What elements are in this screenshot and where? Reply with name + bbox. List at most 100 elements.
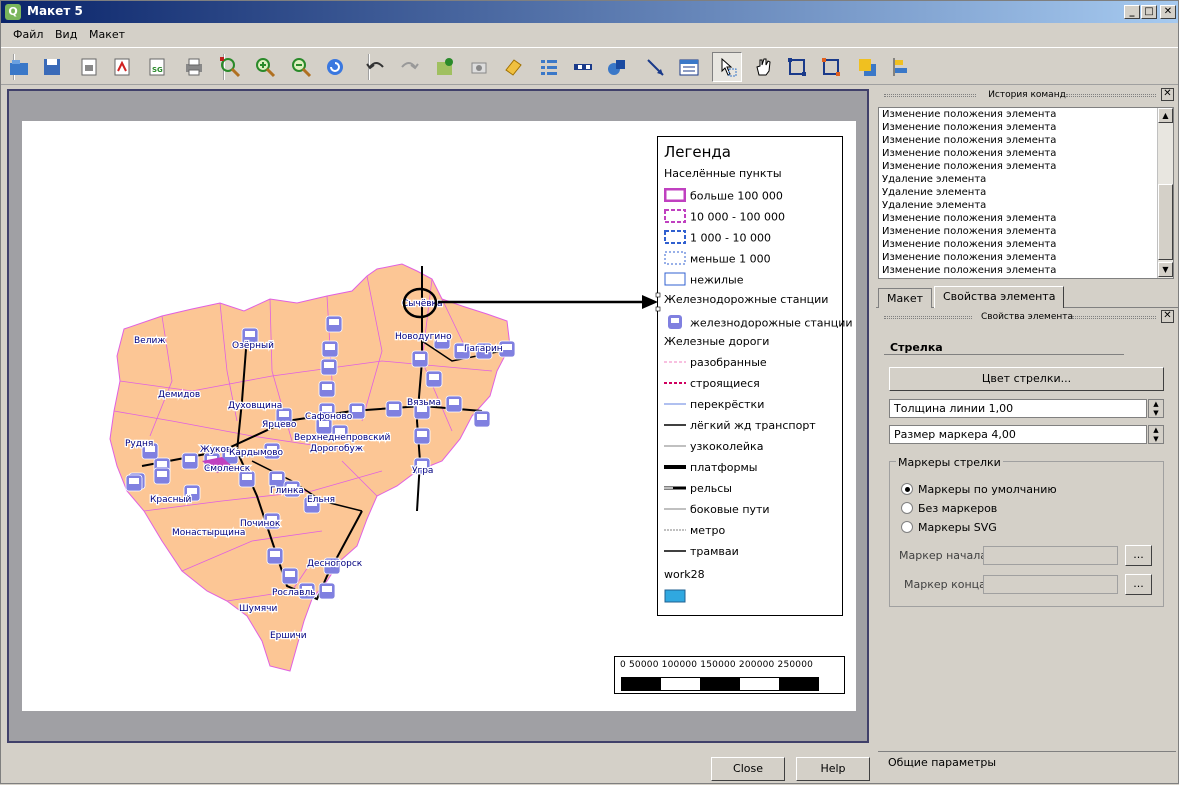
legend-symbol xyxy=(664,378,686,391)
history-item[interactable]: Изменение положения элемента xyxy=(879,121,1173,134)
maximize-button[interactable]: □ xyxy=(1141,5,1157,19)
history-item[interactable]: Изменение положения элемента xyxy=(879,212,1173,225)
add-scalebar-button[interactable] xyxy=(568,52,598,82)
add-label-button[interactable] xyxy=(498,52,528,82)
radio-default-markers[interactable] xyxy=(901,483,913,495)
minimize-button[interactable]: _ xyxy=(1124,5,1140,19)
zoom-in-button[interactable] xyxy=(250,52,280,82)
window-title: Макет 5 xyxy=(27,4,83,18)
scroll-down-icon[interactable]: ▼ xyxy=(1158,262,1173,277)
footer-section[interactable]: Общие параметры xyxy=(876,751,1178,785)
legend-symbol xyxy=(663,187,687,205)
add-map-button[interactable] xyxy=(430,52,460,82)
save-button[interactable] xyxy=(37,52,67,82)
history-item[interactable]: Изменение положения элемента xyxy=(879,238,1173,251)
marker-size-spinner[interactable]: ▲ ▼ xyxy=(1148,425,1164,444)
station-window xyxy=(242,474,252,480)
ungroup-button[interactable] xyxy=(816,52,846,82)
add-arrow-button[interactable] xyxy=(640,52,670,82)
history-item[interactable]: Изменение положения элемента xyxy=(879,251,1173,264)
zoom-out-button[interactable] xyxy=(286,52,316,82)
undo-button[interactable] xyxy=(361,52,391,82)
start-marker-field[interactable] xyxy=(983,546,1118,565)
scalebar-item[interactable]: 0 50000 100000 150000 200000 250000 xyxy=(614,656,845,694)
city-label: Кардымово xyxy=(229,448,284,458)
legend-symbol xyxy=(664,399,686,412)
refresh-icon xyxy=(327,59,343,75)
city-label: Красный xyxy=(150,495,192,505)
history-scrollbar[interactable]: ▲ ▼ xyxy=(1157,108,1173,278)
legend-item[interactable]: Легенда Населённые пункты больше 100 000 1… xyxy=(657,136,853,616)
history-item[interactable]: Изменение положения элемента xyxy=(879,264,1173,277)
open-button[interactable] xyxy=(4,52,34,82)
legend-entry: меньше 1 000 xyxy=(664,251,771,268)
group-button[interactable] xyxy=(782,52,812,82)
redo-button[interactable] xyxy=(394,52,424,82)
history-item[interactable]: Удаление элемента xyxy=(879,173,1173,186)
scroll-thumb[interactable] xyxy=(1158,184,1173,260)
history-item[interactable]: Изменение положения элемента xyxy=(879,147,1173,160)
start-marker-browse[interactable]: ... xyxy=(1125,545,1152,566)
export-pdf-icon xyxy=(114,58,130,76)
refresh-button[interactable] xyxy=(320,52,350,82)
city-label: Жуков xyxy=(200,445,231,455)
add-shape-button[interactable] xyxy=(602,52,632,82)
close-history-icon[interactable]: ✕ xyxy=(1161,88,1174,101)
select-move-button[interactable] xyxy=(712,52,742,82)
radio-none-label: Без маркеров xyxy=(918,502,998,515)
arrow-color-button[interactable]: Цвет стрелки... xyxy=(889,367,1164,391)
station-window xyxy=(324,362,334,368)
menu-view[interactable]: Вид xyxy=(55,28,77,41)
history-item[interactable]: Изменение положения элемента xyxy=(879,108,1173,121)
legend-entry: 1 000 - 10 000 xyxy=(664,230,771,247)
zoom-full-button[interactable] xyxy=(215,52,245,82)
legend-label: 1 000 - 10 000 xyxy=(690,231,771,245)
print-icon xyxy=(186,58,202,76)
tab-layout[interactable]: Макет xyxy=(878,288,933,308)
history-item[interactable]: Изменение положения элемента xyxy=(879,160,1173,173)
add-image-button[interactable] xyxy=(464,52,494,82)
legend-entry: метро xyxy=(664,524,725,538)
align-button[interactable] xyxy=(886,52,916,82)
export-pdf-button[interactable] xyxy=(107,52,137,82)
station-window xyxy=(157,471,167,477)
legend-label: 10 000 - 100 000 xyxy=(690,210,785,224)
history-list[interactable]: Изменение положения элемента Изменение по… xyxy=(878,107,1174,279)
close-button[interactable]: Close xyxy=(711,757,785,781)
close-window-button[interactable]: ✕ xyxy=(1160,5,1176,19)
menu-file[interactable]: Файл xyxy=(13,28,43,41)
legend-label: железнодорожные станции xyxy=(690,316,853,330)
layout-canvas[interactable]: Велиж Озёрный Демидов Духовщина Рудня Жуков Ка… xyxy=(7,89,869,743)
legend-label: боковые пути xyxy=(690,503,770,516)
marker-size-field[interactable]: Размер маркера 4,00 xyxy=(889,425,1147,444)
history-item[interactable]: Изменение положения элемента xyxy=(879,134,1173,147)
end-marker-field[interactable] xyxy=(983,575,1118,594)
history-item[interactable]: Удаление элемента xyxy=(879,199,1173,212)
line-width-field[interactable]: Толщина линии 1,00 xyxy=(889,399,1147,418)
props-title: Свойства элемента xyxy=(980,312,1073,322)
move-content-button[interactable] xyxy=(748,52,778,82)
export-svg-icon: SG xyxy=(149,58,165,76)
align-icon xyxy=(893,58,907,76)
line-width-spinner[interactable]: ▲ ▼ xyxy=(1148,399,1164,418)
end-marker-label: Маркер конца xyxy=(904,578,986,591)
print-button[interactable] xyxy=(179,52,209,82)
radio-svg-markers[interactable] xyxy=(901,521,913,533)
close-props-icon[interactable]: ✕ xyxy=(1161,310,1174,323)
add-legend-button[interactable] xyxy=(534,52,564,82)
raise-button[interactable] xyxy=(852,52,882,82)
history-item[interactable]: Изменение положения элемента xyxy=(879,225,1173,238)
menu-layout[interactable]: Макет xyxy=(89,28,125,41)
history-item[interactable]: Удаление элемента xyxy=(879,186,1173,199)
tab-item-properties[interactable]: Свойства элемента xyxy=(934,286,1065,308)
end-marker-browse[interactable]: ... xyxy=(1125,574,1152,595)
map-item[interactable]: Велиж Озёрный Демидов Духовщина Рудня ЖуковКа… xyxy=(22,121,642,711)
help-button[interactable]: Help xyxy=(796,757,870,781)
add-table-button[interactable] xyxy=(674,52,704,82)
legend-entry: трамваи xyxy=(664,545,739,559)
export-image-button[interactable] xyxy=(74,52,104,82)
city-label: Ершичи xyxy=(270,631,307,641)
export-svg-button[interactable]: SG xyxy=(142,52,172,82)
scroll-up-icon[interactable]: ▲ xyxy=(1158,108,1173,123)
radio-no-markers[interactable] xyxy=(901,502,913,514)
